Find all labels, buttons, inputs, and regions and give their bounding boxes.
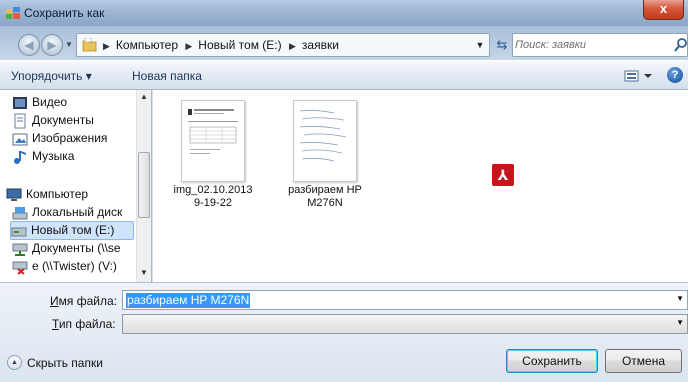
chevron-right-icon: ▶ [103,41,110,51]
filename-label: Имя файла: [50,294,117,308]
nav-scrollbar[interactable]: ▲ ▼ [136,90,151,282]
title-bar: Сохранить как x [0,0,688,26]
scroll-up-icon[interactable]: ▲ [137,90,151,104]
disconnected-drive-icon [12,261,28,275]
navigation-pane: Видео Документы Изображения Музыка Компь… [0,90,151,282]
filename-value[interactable]: разбираем HP M276N [126,293,251,308]
scroll-thumb[interactable] [138,152,150,218]
organize-button[interactable]: Упорядочить ▾ [11,69,92,83]
search-box[interactable] [512,33,688,57]
history-dropdown-icon[interactable]: ▼ [65,40,73,50]
hide-folders-button[interactable]: Скрыть папки [27,356,103,370]
nav-item-new-volume[interactable]: Новый том (E:) [10,221,134,240]
app-icon [6,7,20,19]
folder-icon [82,38,97,52]
save-options-panel: Имя файла: разбираем HP M276N ▼ Тип файл… [0,282,688,382]
nav-item-computer[interactable]: Компьютер [6,186,134,204]
refresh-button[interactable]: ⇆ [492,34,512,56]
save-button[interactable]: Сохранить [506,349,598,373]
help-button[interactable]: ? [667,67,683,83]
address-row: ◀ ▶ ▼ ▶ Компьютер ▶ Новый том (E:) ▶ заявки… [0,26,688,60]
crumb-computer[interactable]: Компьютер [116,38,178,52]
scroll-down-icon[interactable]: ▼ [137,266,151,280]
collapse-icon[interactable]: ▲ [7,355,22,370]
nav-item-network-documents[interactable]: Документы (\\se [12,240,134,258]
nav-item-pictures[interactable]: Изображения [12,130,132,148]
search-icon[interactable] [674,37,688,53]
breadcrumb[interactable]: ▶ Компьютер ▶ Новый том (E:) ▶ заявки ▼ [76,33,490,57]
pictures-icon [12,133,28,146]
acrobat-icon: ⅄ [492,164,514,186]
back-button[interactable]: ◀ [18,34,40,56]
file-list: img_02.10.2013 9-19-22 ⅄ разбираем HP M2… [152,90,688,282]
chevron-right-icon: ▶ [185,41,193,51]
search-input[interactable] [515,36,665,54]
forward-button[interactable]: ▶ [41,34,63,56]
toolbar: Упорядочить ▾ Новая папка ? [0,60,688,90]
cancel-button[interactable]: Отмена [605,349,682,373]
new-folder-button[interactable]: Новая папка [132,69,202,83]
address-dropdown-icon[interactable]: ▼ [473,37,487,53]
network-drive-icon [12,243,28,256]
nav-item-twister[interactable]: e (\\Twister) (V:) [12,258,134,276]
view-options-icon[interactable] [624,68,654,84]
drive-icon [11,227,27,237]
chevron-down-icon[interactable]: ▼ [676,318,684,327]
window-title: Сохранить как [24,6,105,20]
breadcrumb-path: ▶ Компьютер ▶ Новый том (E:) ▶ заявки [99,38,339,52]
nav-item-music[interactable]: Музыка [12,148,132,166]
pdf-file-icon [293,100,357,182]
nav-item-video[interactable]: Видео [12,94,132,112]
documents-icon [14,113,26,129]
filetype-label: Тип файла: [52,317,116,331]
crumb-folder[interactable]: заявки [302,38,339,52]
chevron-down-icon[interactable]: ▼ [676,294,684,303]
video-icon [13,97,27,109]
music-icon [14,151,26,164]
file-name: разбираем HP M276N [288,184,362,209]
file-name: img_02.10.2013 9-19-22 [173,184,253,209]
nav-item-local-disk[interactable]: Локальный диск [12,204,134,222]
chevron-right-icon: ▶ [288,41,296,51]
filename-field[interactable]: разбираем HP M276N ▼ [122,290,688,310]
image-file-icon [181,100,245,182]
filetype-select[interactable]: ▼ [122,314,688,334]
close-button[interactable]: x [643,0,684,20]
drive-icon [12,207,28,220]
nav-item-documents[interactable]: Документы [12,112,132,130]
crumb-volume[interactable]: Новый том (E:) [198,38,281,52]
computer-icon [6,188,22,201]
